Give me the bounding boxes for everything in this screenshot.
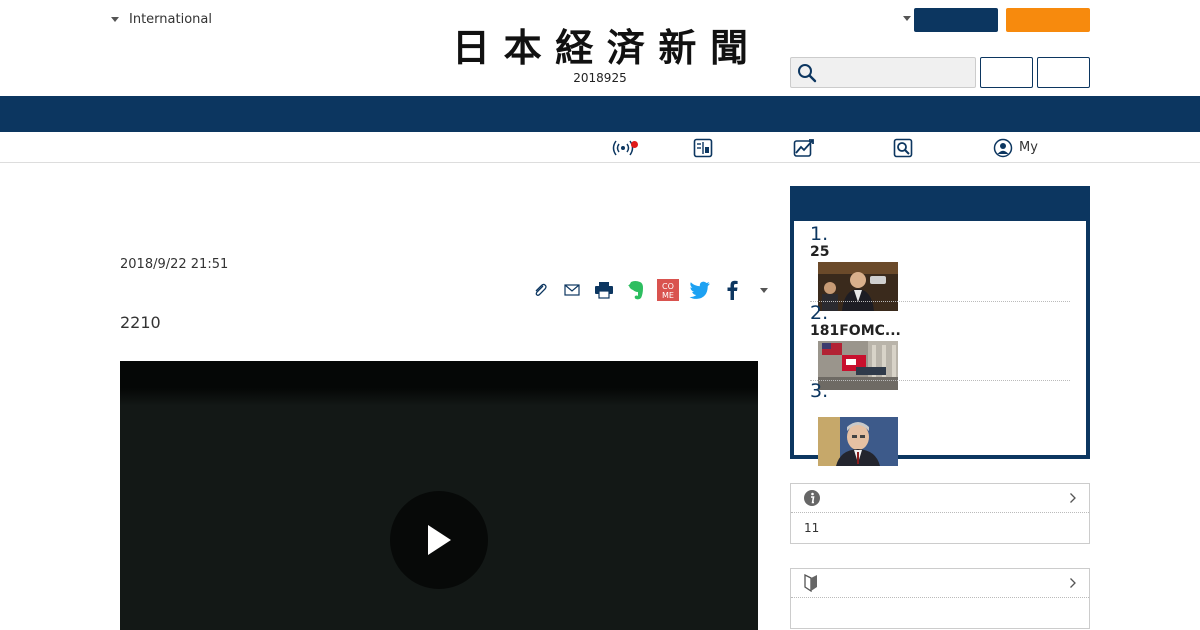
rank-thumbnail [818,417,898,466]
share-toolbar: CO ME [524,277,780,303]
mail-icon [564,284,580,296]
chevron-right-icon [1070,493,1076,503]
subscribe-button[interactable] [914,8,998,32]
subnav-label-mypage: My [1019,140,1038,155]
video-player[interactable] [120,361,758,630]
main-nav-bar [0,96,1200,132]
logo-char: 本 [503,25,542,70]
more-caret-icon [760,287,768,293]
subnav-item-live[interactable] [612,132,640,163]
rank-number: 3. [810,380,829,402]
sub-nav: My [0,132,1200,163]
info-box-header[interactable] [791,484,1089,513]
rank-number: 1. [810,223,829,245]
come-button[interactable]: CO ME [652,277,684,303]
subnav-item-mypage[interactable]: My [993,132,1038,163]
logo-char: 日 [452,25,491,70]
facebook-icon [727,280,738,300]
print-button[interactable] [588,277,620,303]
ranking-item[interactable]: 2. 181FOMC... [810,302,1070,390]
broadcast-icon [612,138,638,158]
rank-number: 2. [810,302,829,324]
clip-button[interactable] [524,277,556,303]
user-icon [993,138,1013,157]
logo-char: 経 [555,25,594,70]
logo-char: 聞 [709,25,748,70]
subnav-item-paper[interactable] [693,132,719,163]
share-more-button[interactable] [748,277,780,303]
register-button[interactable] [1037,57,1090,88]
rank-title: 181FOMC... [810,323,901,339]
subnav-item-search[interactable] [893,132,919,163]
chart-icon [793,138,814,157]
info-box-notice: 11 [790,483,1090,544]
search-icon [798,63,817,82]
issue-date: 2018925 [573,71,627,85]
chevron-right-icon [1070,578,1076,588]
video-top-gradient [120,361,758,406]
twitter-button[interactable] [684,277,716,303]
subnav-item-market[interactable] [793,132,821,163]
search-box[interactable] [790,57,976,88]
account-menu-caret-icon[interactable] [903,16,911,21]
play-icon [428,525,451,555]
logo-char: 新 [658,25,697,70]
logo-char: 済 [606,25,645,70]
twitter-icon [689,281,710,299]
notification-dot [631,140,638,148]
come-icon-text: ME [662,291,674,300]
article-timestamp: 2018/9/22 21:51 [120,257,229,272]
beginner-icon [804,574,817,592]
rank-title: 25 [810,244,830,260]
info-icon [804,490,820,506]
article-lead: 2210 [120,313,161,332]
facebook-button[interactable] [716,277,748,303]
play-button[interactable] [390,491,488,589]
evernote-icon [628,281,643,300]
newspaper-icon [693,138,713,157]
ranking-item[interactable]: 3. [810,380,1070,466]
chevron-down-icon [111,17,119,22]
ranking-header [794,190,1086,221]
search-input[interactable] [821,58,975,87]
ranking-panel: 1. 25 2. 181FOMC... 3. [790,186,1090,466]
clip-icon [535,283,547,296]
info-box-beginner [790,568,1090,629]
login-button[interactable] [980,57,1033,88]
edition-selector[interactable]: International [111,12,212,27]
info-box-header[interactable] [791,569,1089,598]
trial-button[interactable] [1006,8,1090,32]
mail-button[interactable] [556,277,588,303]
info-box-body[interactable] [791,598,1089,628]
site-logo[interactable]: 日 本 経 済 新 聞 [452,28,748,68]
info-box-body[interactable]: 11 [791,513,1089,543]
evernote-button[interactable] [620,277,652,303]
print-icon [595,282,613,299]
ranking-item[interactable]: 1. 25 [810,223,1070,311]
come-icon: CO ME [657,279,679,301]
edition-label: International [129,12,212,27]
search-doc-icon [893,138,913,157]
come-icon-text: CO [662,282,674,291]
